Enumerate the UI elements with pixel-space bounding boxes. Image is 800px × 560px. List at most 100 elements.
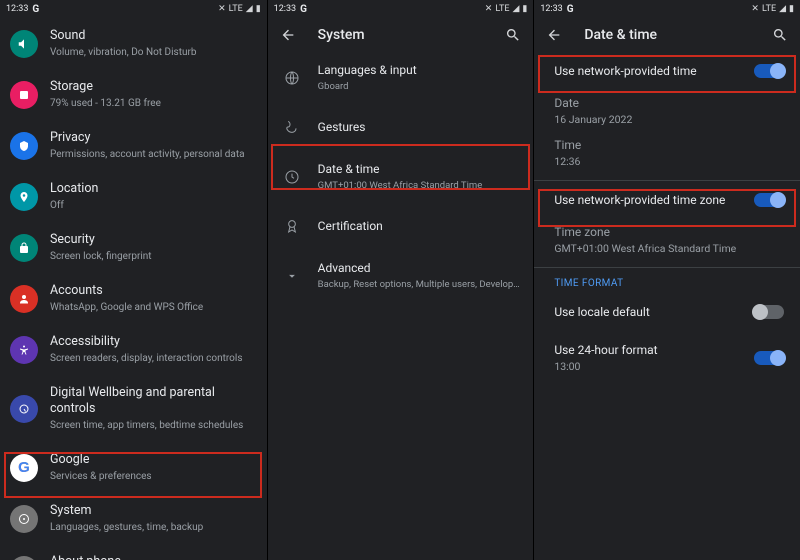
item-title: Accessibility [50,334,255,350]
item-sub: Gboard [318,80,522,93]
item-sub: Screen time, app timers, bedtime schedul… [50,419,255,432]
system-item-certification[interactable]: Certification [268,202,534,250]
toggle-locale-default[interactable] [754,305,784,319]
system-item-advanced[interactable]: Advanced Backup, Reset options, Multiple… [268,250,534,301]
signal-icon: ◢ [779,4,786,14]
accessibility-icon [10,336,38,364]
battery-icon: ▮ [522,4,527,14]
security-icon [10,234,38,262]
system-pane: 12:33 G ✕ LTE ◢ ▮ System Languages & inp… [267,0,534,560]
app-bar: System [268,18,534,52]
settings-item-privacy[interactable]: Privacy Permissions, account activity, p… [0,120,267,171]
system-item-languages[interactable]: Languages & input Gboard [268,52,534,103]
google-indicator-icon: G [300,4,307,15]
battery-icon: ▮ [789,4,794,14]
page-title: System [318,27,484,43]
search-button[interactable] [503,25,523,45]
location-icon [10,183,38,211]
signal-icon: ◢ [512,4,519,14]
item-title: Security [50,232,255,248]
toggle-network-timezone[interactable] [754,193,784,207]
settings-item-location[interactable]: Location Off [0,171,267,222]
item-sub: 79% used - 13.21 GB free [50,97,255,110]
settings-item-wellbeing[interactable]: Digital Wellbeing and parental controls … [0,375,267,442]
certification-icon [278,212,306,240]
vibrate-icon: ✕ [218,4,226,14]
settings-pane: 12:33 G ✕ LTE ◢ ▮ Sound Volume, vibratio… [0,0,267,560]
app-bar: Date & time [534,18,800,52]
item-sub: GMT+01:00 West Africa Standard Time [318,179,522,192]
row-network-timezone[interactable]: Use network-provided time zone [534,181,800,219]
label: Time zone [554,225,784,239]
row-network-time[interactable]: Use network-provided time [534,52,800,90]
settings-item-accessibility[interactable]: Accessibility Screen readers, display, i… [0,324,267,375]
settings-item-accounts[interactable]: Accounts WhatsApp, Google and WPS Office [0,273,267,324]
chevron-down-icon [278,262,306,290]
item-title: Digital Wellbeing and parental controls [50,385,255,417]
item-title: Accounts [50,283,255,299]
google-indicator-icon: G [567,4,574,15]
label: Use locale default [554,305,754,319]
label: Time [554,138,784,152]
clock-icon [278,163,306,191]
item-title: Date & time [318,161,522,177]
row-24-hour[interactable]: Use 24-hour format 13:00 [534,331,800,385]
item-title: Advanced [318,260,522,276]
item-title: Location [50,181,255,197]
item-title: Certification [318,218,522,234]
settings-item-google[interactable]: G Google Services & preferences [0,442,267,493]
row-date: Date 16 January 2022 [534,90,800,132]
system-icon [10,505,38,533]
datetime-pane: 12:33 G ✕ LTE ◢ ▮ Date & time Use networ… [533,0,800,560]
item-title: System [50,503,255,519]
status-bar: 12:33 G ✕ LTE ◢ ▮ [534,0,800,18]
lte-label: LTE [762,4,776,14]
label: Use 24-hour format [554,343,754,357]
label: Use network-provided time [554,64,754,78]
item-title: Gestures [318,119,522,135]
settings-item-security[interactable]: Security Screen lock, fingerprint [0,222,267,273]
item-sub: Permissions, account activity, personal … [50,148,255,161]
toggle-network-time[interactable] [754,64,784,78]
value: 16 January 2022 [554,113,784,126]
item-sub: Services & preferences [50,470,255,483]
item-sub: Backup, Reset options, Multiple users, D… [318,278,522,291]
status-bar: 12:33 G ✕ LTE ◢ ▮ [268,0,534,18]
lte-label: LTE [495,4,509,14]
label: Use network-provided time zone [554,193,754,207]
item-title: Sound [50,28,255,44]
status-time: 12:33 [540,4,562,14]
toggle-24-hour[interactable] [754,351,784,365]
about-icon [10,556,38,560]
system-item-datetime[interactable]: Date & time GMT+01:00 West Africa Standa… [268,151,534,202]
item-sub: Languages, gestures, time, backup [50,521,255,534]
page-title: Date & time [584,27,750,43]
globe-icon [278,64,306,92]
settings-item-storage[interactable]: Storage 79% used - 13.21 GB free [0,69,267,120]
back-button[interactable] [278,25,298,45]
item-sub: Screen readers, display, interaction con… [50,352,255,365]
value: 12:36 [554,155,784,168]
row-time: Time 12:36 [534,132,800,180]
system-item-gestures[interactable]: Gestures [268,103,534,151]
privacy-icon [10,132,38,160]
item-sub: Screen lock, fingerprint [50,250,255,263]
label: Date [554,96,784,110]
battery-icon: ▮ [256,4,261,14]
lte-label: LTE [229,4,243,14]
settings-item-system[interactable]: System Languages, gestures, time, backup [0,493,267,544]
item-sub: Off [50,199,255,212]
settings-item-sound[interactable]: Sound Volume, vibration, Do Not Disturb [0,18,267,69]
back-button[interactable] [544,25,564,45]
search-button[interactable] [770,25,790,45]
row-locale-default[interactable]: Use locale default [534,293,800,331]
google-icon: G [10,454,38,482]
status-bar: 12:33 G ✕ LTE ◢ ▮ [0,0,267,18]
wellbeing-icon [10,395,38,423]
signal-icon: ◢ [246,4,253,14]
item-title: Storage [50,79,255,95]
item-title: Google [50,452,255,468]
storage-icon [10,81,38,109]
settings-item-about[interactable]: About phone Nokia 6.1 Plus [0,544,267,560]
google-indicator-icon: G [32,4,39,15]
